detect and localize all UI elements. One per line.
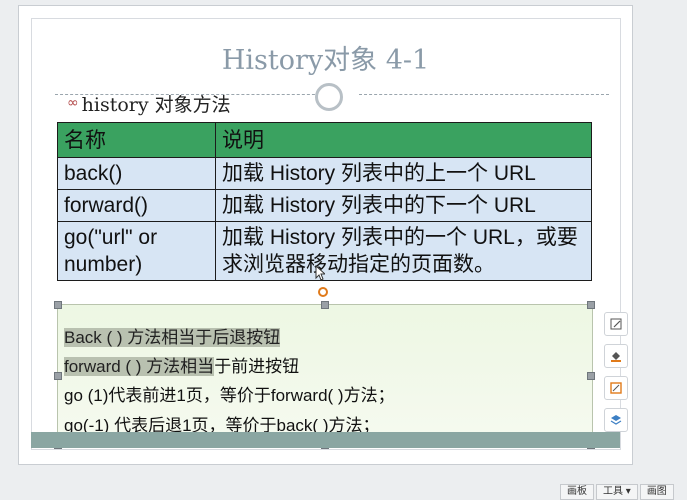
notes-line-2[interactable]: forward ( ) 方法相当于前进按钮 [64,352,299,377]
slide-bottom-band [31,432,620,448]
side-toolbar [604,312,628,440]
bullet-text: history 对象方法 [81,93,231,116]
method-description: 加载 History 列表中的下一个 URL [215,189,592,222]
method-name: go("url" or number) [57,221,216,281]
notes-line-3[interactable]: go (1)代表前进1页，等价于forward( )方法； [64,381,395,406]
method-name: back() [57,157,216,190]
resize-handle-w[interactable] [54,372,62,380]
statusbar-draw[interactable]: 画图 [639,484,674,500]
resize-handle-ne[interactable] [587,301,595,309]
layers-icon[interactable] [604,408,628,432]
table-row: forward() 加载 History 列表中的下一个 URL [57,189,592,222]
method-name: forward() [57,189,216,222]
statusbar-tools[interactable]: 工具 ▾ [596,484,638,500]
resize-handle-nw[interactable] [54,301,62,309]
statusbar: 画板 工具 ▾ 画图 [560,484,687,500]
method-description: 加载 History 列表中的上一个 URL [215,157,592,190]
table-header-row: 名称 说明 [57,122,592,158]
resize-handle-e[interactable] [587,372,595,380]
slide-title: History对象 4-1 [221,45,430,76]
bullet-heading: ∞ history 对象方法 [67,90,231,116]
resize-handle-n[interactable] [321,301,329,309]
method-description: 加载 History 列表中的一个 URL，或要求浏览器移动指定的页面数。 [215,221,592,281]
statusbar-board[interactable]: 画板 [560,484,594,500]
title-circle-ornament [315,83,343,111]
slide-canvas[interactable]: History对象 4-1 ∞ history 对象方法 名称 说明 back(… [18,5,633,465]
selected-text: forward ( ) 方法相当 [64,357,215,376]
table-row: back() 加载 History 列表中的上一个 URL [57,157,592,190]
title-divider-right [359,94,609,95]
edit-icon[interactable] [604,312,628,336]
fill-icon[interactable] [604,344,628,368]
outline-icon[interactable] [604,376,628,400]
header-name: 名称 [57,122,216,158]
bullet-icon: ∞ [67,95,79,111]
mouse-cursor-icon [315,265,325,281]
methods-table[interactable]: 名称 说明 back() 加载 History 列表中的上一个 URL forw… [57,122,592,281]
rotate-handle-icon[interactable] [317,286,329,298]
header-description: 说明 [215,122,592,158]
selected-text: Back ( ) 方法相当于后退按钮 [64,328,281,347]
notes-line-1[interactable]: Back ( ) 方法相当于后退按钮 [64,323,281,348]
notes-textbox[interactable]: Back ( ) 方法相当于后退按钮 forward ( ) 方法相当于前进按钮… [54,301,595,449]
notes-text: 于前进按钮 [214,357,300,376]
